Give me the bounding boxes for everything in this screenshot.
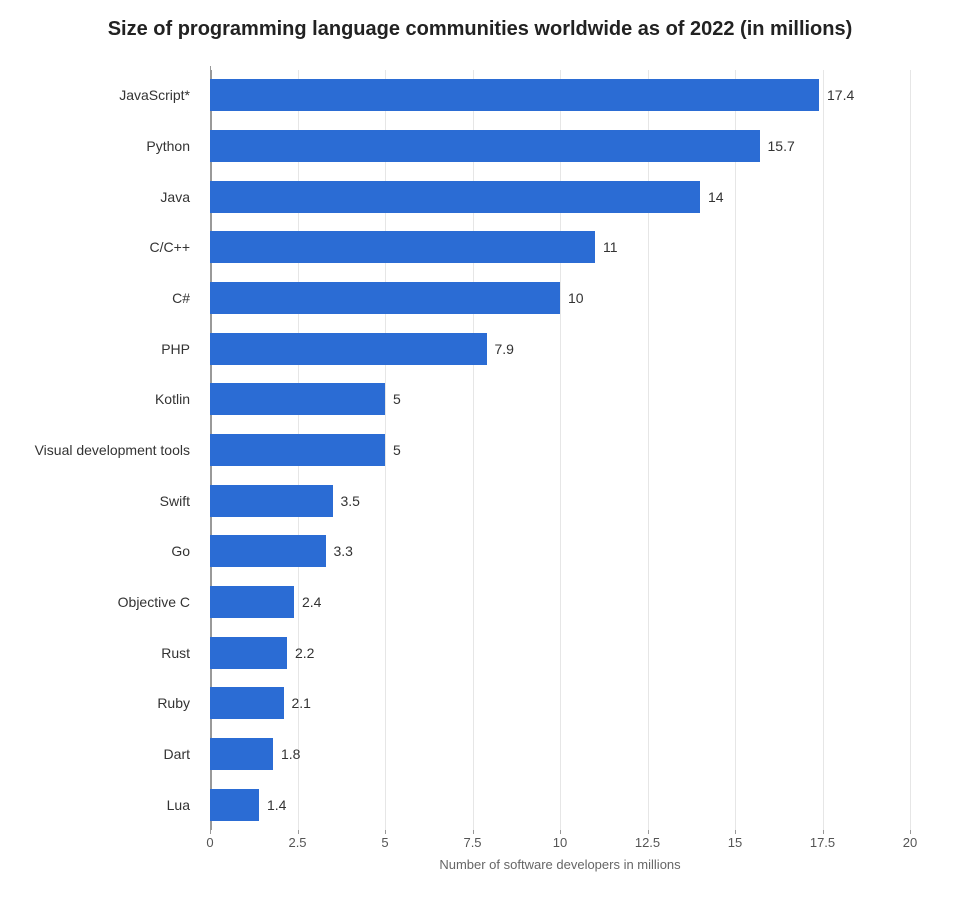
bar-value-label: 1.8 xyxy=(281,746,300,762)
chart-title: Size of programming language communities… xyxy=(0,0,960,41)
x-tick-label: 15 xyxy=(728,835,742,850)
y-category-label: Go xyxy=(30,543,200,559)
bar-value-label: 2.4 xyxy=(302,594,321,610)
bar-row: 5 xyxy=(210,425,910,476)
bar xyxy=(210,485,333,517)
bar xyxy=(210,333,487,365)
bar xyxy=(210,637,287,669)
bar-value-label: 5 xyxy=(393,442,401,458)
bar-row: 11 xyxy=(210,222,910,273)
y-category-label: Kotlin xyxy=(30,391,200,407)
gridline xyxy=(910,70,911,830)
bar xyxy=(210,181,700,213)
bar-row: 2.1 xyxy=(210,678,910,729)
y-category-label: C# xyxy=(30,290,200,306)
y-category-label: Visual development tools xyxy=(30,442,200,458)
bar xyxy=(210,586,294,618)
y-category-label: Swift xyxy=(30,493,200,509)
bar-row: 1.4 xyxy=(210,779,910,830)
bar xyxy=(210,687,284,719)
bar xyxy=(210,79,819,111)
y-category-label: C/C++ xyxy=(30,239,200,255)
bar-row: 3.5 xyxy=(210,475,910,526)
bar xyxy=(210,231,595,263)
bar-value-label: 10 xyxy=(568,290,584,306)
y-category-label: Java xyxy=(30,189,200,205)
y-category-label: Rust xyxy=(30,645,200,661)
chart-container: 0 2.5 5 7.5 10 12.5 15 17.5 20 17.4 15.7 14 11 10 7.9 5… xyxy=(30,60,930,880)
bar-value-label: 1.4 xyxy=(267,797,286,813)
bar-row: 17.4 xyxy=(210,70,910,121)
bar-value-label: 3.3 xyxy=(334,543,353,559)
y-category-label: Lua xyxy=(30,797,200,813)
x-tick-label: 7.5 xyxy=(463,835,481,850)
bar-value-label: 15.7 xyxy=(768,138,795,154)
y-category-label: JavaScript* xyxy=(30,87,200,103)
bar-row: 2.4 xyxy=(210,577,910,628)
x-tick-label: 12.5 xyxy=(635,835,660,850)
bar-row: 14 xyxy=(210,171,910,222)
x-tick-label: 5 xyxy=(381,835,388,850)
bar-row: 5 xyxy=(210,374,910,425)
x-axis-label: Number of software developers in million… xyxy=(210,857,910,872)
x-tick-label: 17.5 xyxy=(810,835,835,850)
bar-value-label: 17.4 xyxy=(827,87,854,103)
y-category-label: Objective C xyxy=(30,594,200,610)
x-tick-label: 20 xyxy=(903,835,917,850)
bar-value-label: 5 xyxy=(393,391,401,407)
x-tick-label: 10 xyxy=(553,835,567,850)
bar xyxy=(210,282,560,314)
bar-row: 3.3 xyxy=(210,526,910,577)
bar-row: 15.7 xyxy=(210,121,910,172)
bar-value-label: 2.2 xyxy=(295,645,314,661)
y-category-label: Dart xyxy=(30,746,200,762)
bar-value-label: 7.9 xyxy=(495,341,514,357)
bar xyxy=(210,738,273,770)
bar xyxy=(210,789,259,821)
bar-row: 2.2 xyxy=(210,627,910,678)
bar-row: 10 xyxy=(210,273,910,324)
bar-value-label: 14 xyxy=(708,189,724,205)
bar xyxy=(210,434,385,466)
bar-value-label: 11 xyxy=(603,239,618,255)
y-category-label: PHP xyxy=(30,341,200,357)
x-tick-label: 2.5 xyxy=(288,835,306,850)
bar xyxy=(210,130,760,162)
bar-row: 7.9 xyxy=(210,323,910,374)
y-category-label: Python xyxy=(30,138,200,154)
bar-row: 1.8 xyxy=(210,729,910,780)
bar xyxy=(210,383,385,415)
bar-value-label: 3.5 xyxy=(341,493,360,509)
y-category-label: Ruby xyxy=(30,695,200,711)
bar-value-label: 2.1 xyxy=(292,695,311,711)
plot-area: 02.557.51012.51517.52017.415.71411107.95… xyxy=(210,70,910,830)
x-tick-label: 0 xyxy=(206,835,213,850)
bar xyxy=(210,535,326,567)
